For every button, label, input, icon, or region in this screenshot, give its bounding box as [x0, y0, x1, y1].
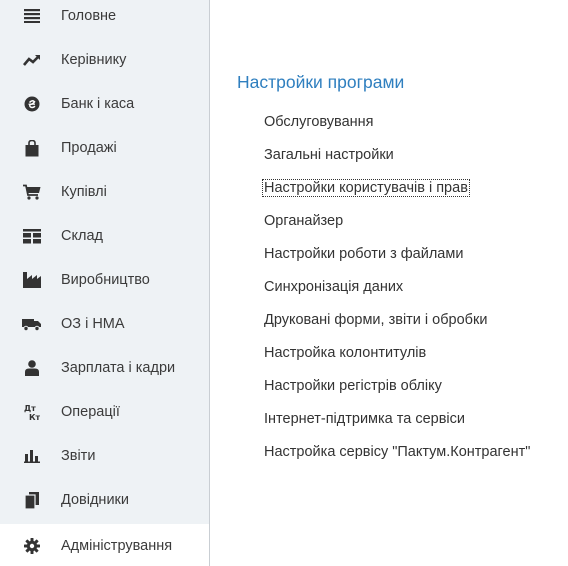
sidebar-item-label: Склад — [61, 228, 103, 244]
sidebar-item-label: Головне — [61, 8, 117, 24]
books-icon — [22, 491, 42, 509]
bar-chart-icon — [22, 447, 42, 465]
sidebar-item-label: Довідники — [61, 492, 129, 508]
sidebar-item-production[interactable]: Виробництво — [0, 258, 209, 302]
sidebar-item-label: Купівлі — [61, 184, 107, 200]
sidebar-item-label: Виробництво — [61, 272, 150, 288]
factory-icon — [22, 271, 42, 289]
menu-icon — [22, 7, 42, 25]
sidebar: Головне Керівнику Банк і каса Продажі Ку… — [0, 0, 210, 566]
link-maintenance[interactable]: Обслуговування — [263, 108, 531, 141]
sidebar-item-home[interactable]: Головне — [0, 0, 209, 38]
settings-links-list: Обслуговування Загальні настройки Настро… — [262, 108, 531, 471]
link-internet-support[interactable]: Інтернет-підтримка та сервіси — [263, 405, 531, 438]
link-registers-settings[interactable]: Настройки регістрів обліку — [263, 372, 531, 405]
sidebar-item-label: Банк і каса — [61, 96, 135, 112]
sidebar-item-reports[interactable]: Звіти — [0, 434, 209, 478]
truck-icon — [22, 315, 42, 333]
link-data-sync[interactable]: Синхронізація даних — [263, 273, 531, 306]
sidebar-item-fixed-assets[interactable]: ОЗ і НМА — [0, 302, 209, 346]
link-header-footer[interactable]: Настройка колонтитулів — [263, 339, 531, 372]
currency-icon — [22, 95, 42, 113]
trend-icon — [22, 51, 42, 69]
link-paktum-service[interactable]: Настройка сервісу "Пактум.Контрагент" — [263, 438, 531, 471]
svg-text:Дт: Дт — [24, 404, 36, 413]
sidebar-item-purchases[interactable]: Купівлі — [0, 170, 209, 214]
sidebar-item-payroll[interactable]: Зарплата і кадри — [0, 346, 209, 390]
sidebar-item-label: Звіти — [61, 448, 96, 464]
link-organizer[interactable]: Органайзер — [263, 207, 531, 240]
sidebar-item-label: ОЗ і НМА — [61, 316, 125, 332]
sidebar-item-warehouse[interactable]: Склад — [0, 214, 209, 258]
sidebar-item-label: Операції — [61, 404, 120, 420]
gear-icon — [22, 537, 42, 555]
shopping-bag-icon — [22, 139, 42, 157]
link-general-settings[interactable]: Загальні настройки — [263, 141, 531, 174]
sidebar-item-sales[interactable]: Продажі — [0, 126, 209, 170]
sidebar-item-operations[interactable]: Дт Кт Операції — [0, 390, 209, 434]
cart-icon — [22, 183, 42, 201]
svg-text:Кт: Кт — [29, 413, 40, 421]
sidebar-item-label: Керівнику — [61, 52, 127, 68]
sidebar-item-directories[interactable]: Довідники — [0, 478, 209, 522]
warehouse-grid-icon — [22, 227, 42, 245]
sidebar-item-bank[interactable]: Банк і каса — [0, 82, 209, 126]
sidebar-item-label: Продажі — [61, 140, 117, 156]
link-print-forms[interactable]: Друковані форми, звіти і обробки — [263, 306, 531, 339]
sidebar-item-administration[interactable]: Адміністрування — [0, 524, 209, 566]
debit-credit-icon: Дт Кт — [22, 403, 42, 421]
main-content: Настройки програми Обслуговування Загаль… — [211, 0, 568, 566]
section-title: Настройки програми — [237, 72, 405, 92]
person-icon — [22, 359, 42, 377]
link-file-settings[interactable]: Настройки роботи з файлами — [263, 240, 531, 273]
sidebar-item-manager[interactable]: Керівнику — [0, 38, 209, 82]
sidebar-item-label: Зарплата і кадри — [61, 360, 176, 376]
sidebar-item-label: Адміністрування — [61, 538, 173, 554]
link-user-rights-settings[interactable]: Настройки користувачів і прав — [262, 174, 531, 207]
